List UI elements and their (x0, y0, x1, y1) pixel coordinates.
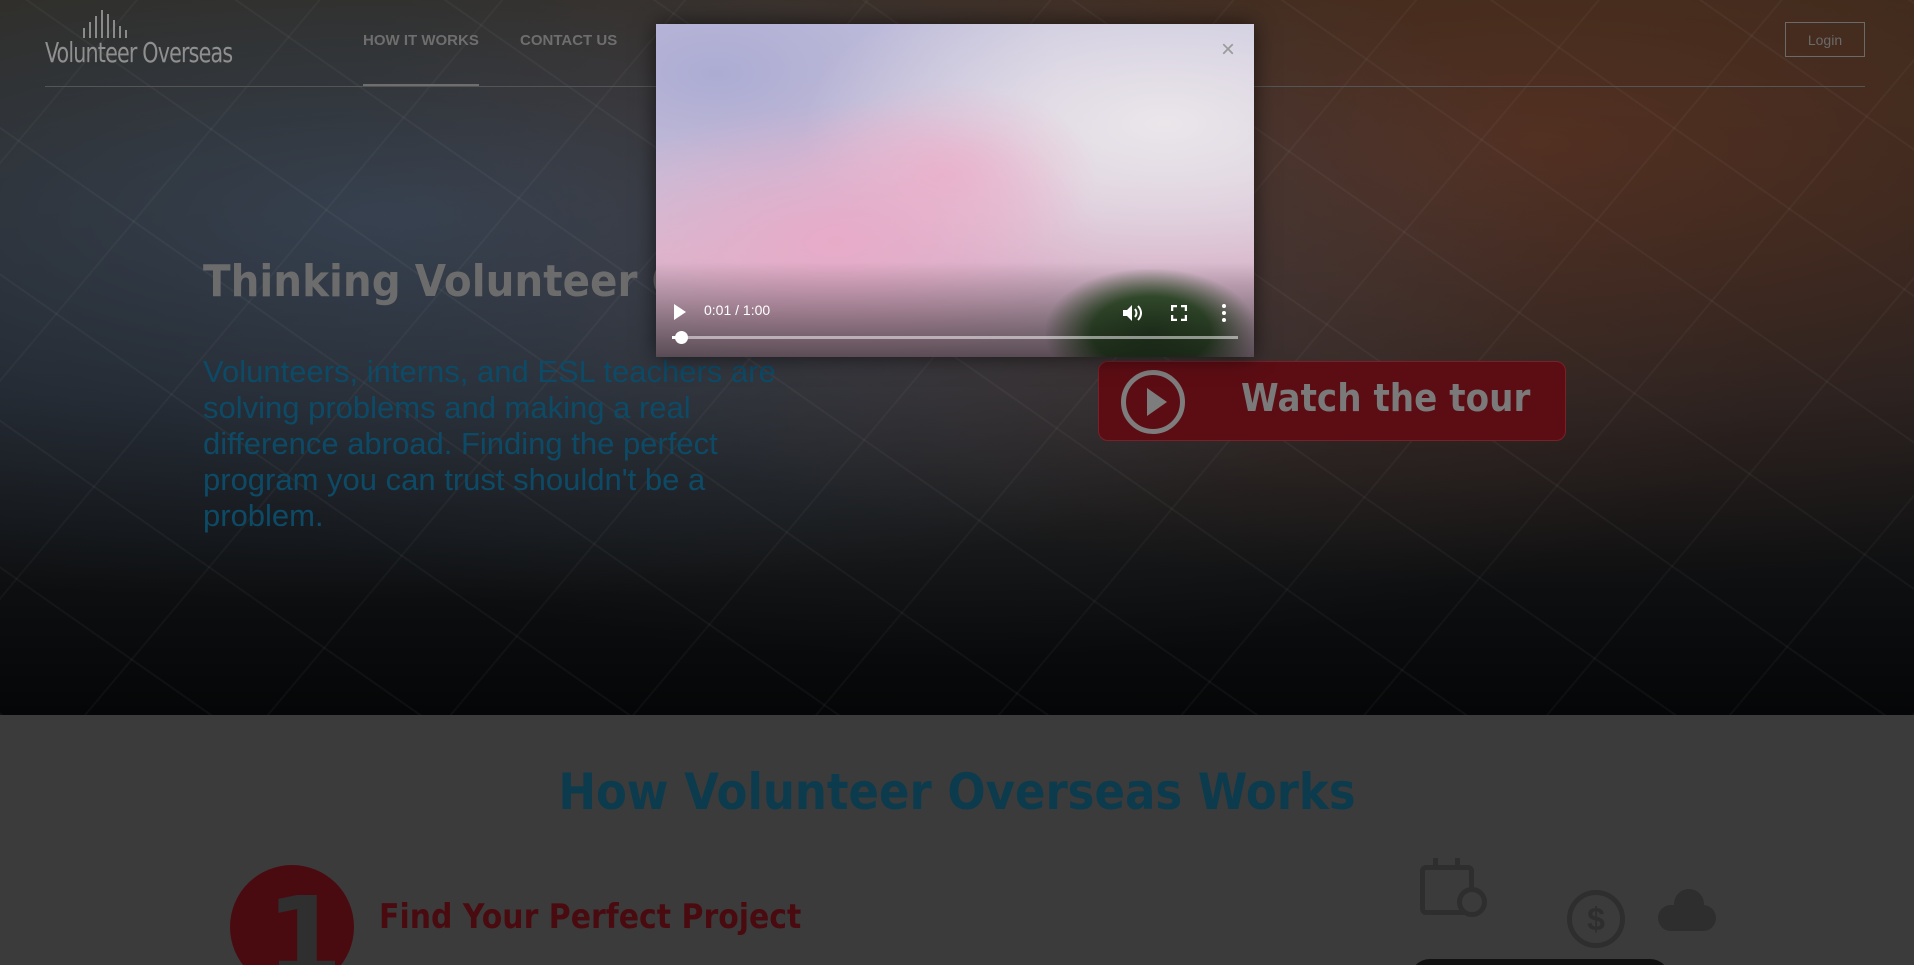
cloud-icon (1658, 889, 1716, 931)
close-icon[interactable]: × (1216, 38, 1240, 62)
dollar-coin-icon: $ (1567, 890, 1625, 948)
section-title: How Volunteer Overseas Works (558, 763, 1356, 821)
fullscreen-icon[interactable] (1171, 305, 1187, 321)
video-progress-bar[interactable] (672, 331, 1238, 344)
step-number: 1 (266, 873, 343, 965)
dark-pill-element (1410, 959, 1670, 965)
volume-icon[interactable] (1122, 304, 1144, 322)
nav-contact-us[interactable]: CONTACT US (520, 32, 617, 49)
watch-tour-button[interactable]: Watch the tour (1098, 361, 1566, 441)
site-logo[interactable]: Volunteer Overseas (45, 10, 245, 70)
step-number-badge: 1 (230, 865, 354, 965)
video-time-display: 0:01 / 1:00 (704, 302, 771, 318)
logo-text: Volunteer Overseas (45, 36, 233, 69)
play-icon[interactable] (674, 304, 686, 320)
video-modal: × 0:01 / 1:00 (656, 24, 1254, 357)
hero-subtitle: Volunteers, interns, and ESL teachers ar… (203, 354, 776, 533)
clock-icon (1457, 887, 1487, 917)
play-circle-icon (1121, 370, 1185, 434)
logo-bars-icon (83, 10, 127, 38)
nav-how-it-works[interactable]: HOW IT WORKS (363, 32, 479, 86)
watch-tour-label: Watch the tour (1241, 376, 1531, 420)
how-it-works-section: How Volunteer Overseas Works 1 Find Your… (0, 715, 1914, 965)
login-button[interactable]: Login (1785, 22, 1865, 57)
step-title: Find Your Perfect Project (379, 897, 802, 937)
more-options-icon[interactable] (1222, 303, 1226, 323)
